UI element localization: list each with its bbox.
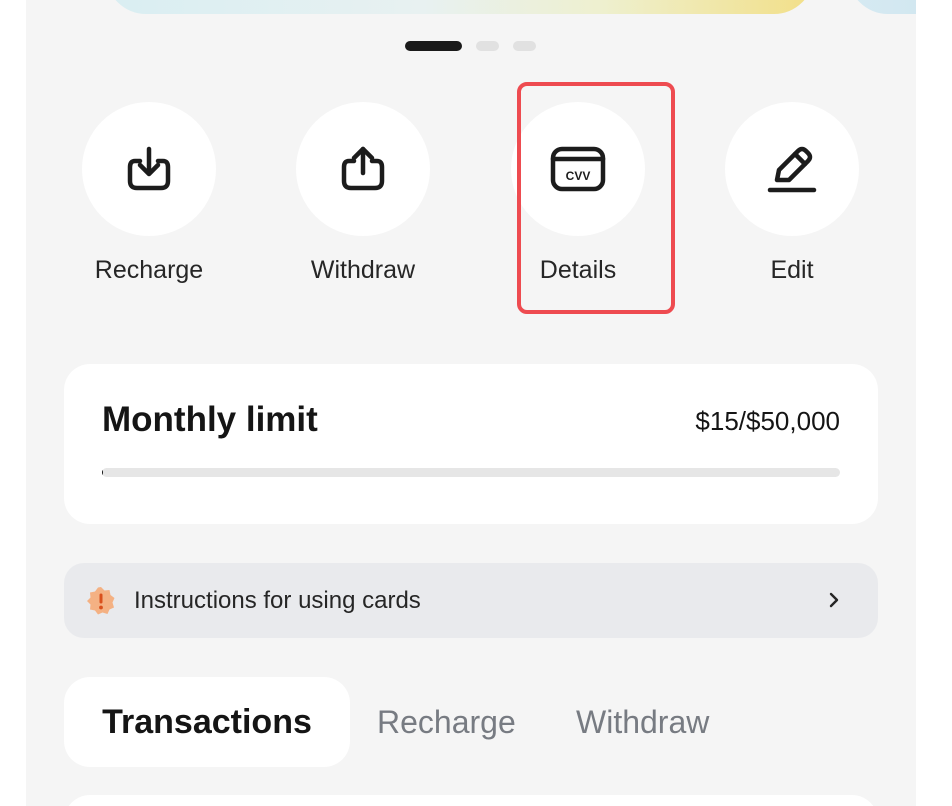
monthly-limit-progress [102,468,840,477]
cvv-icon-text: CVV [566,169,591,183]
chevron-right-icon [829,592,839,608]
next-card-preview[interactable] [848,0,916,14]
screen: Recharge Withdraw CVV Details Edit Month… [26,0,916,806]
instructions-text: Instructions for using cards [134,587,421,614]
recharge-label: Recharge [94,256,204,284]
tab-recharge[interactable]: Recharge [377,677,516,767]
recharge-button[interactable]: Recharge [79,102,219,302]
details-label: Details [539,256,617,284]
card-cvv-icon: CVV [550,146,606,192]
warning-badge-icon [87,587,115,615]
monthly-limit-card: Monthly limit $15/$50,000 [64,364,878,524]
download-icon [127,146,171,191]
transaction-tabs: Transactions Recharge Withdraw [64,677,878,767]
edit-label: Edit [770,256,814,284]
details-icon-circle: CVV [511,102,645,236]
pager-dot-active [405,41,462,51]
monthly-limit-title: Monthly limit [102,400,318,439]
tab-transactions[interactable]: Transactions [64,677,350,767]
pencil-icon [767,146,817,193]
withdraw-label: Withdraw [310,256,416,284]
monthly-limit-value: $15/$50,000 [695,406,840,436]
pager-dot [513,41,536,51]
tab-withdraw[interactable]: Withdraw [576,677,709,767]
upload-icon [341,146,385,191]
card-preview[interactable] [106,0,814,14]
card-instructions-banner[interactable]: Instructions for using cards [64,563,878,638]
transactions-list-card [64,795,878,806]
card-pager [26,41,916,51]
recharge-icon-circle [82,102,216,236]
details-button[interactable]: CVV Details [508,102,648,302]
pager-dot [476,41,499,51]
edit-icon-circle [725,102,859,236]
card-actions: Recharge Withdraw CVV Details Edit [26,102,916,302]
withdraw-button[interactable]: Withdraw [293,102,433,302]
withdraw-icon-circle [296,102,430,236]
edit-button[interactable]: Edit [722,102,862,302]
